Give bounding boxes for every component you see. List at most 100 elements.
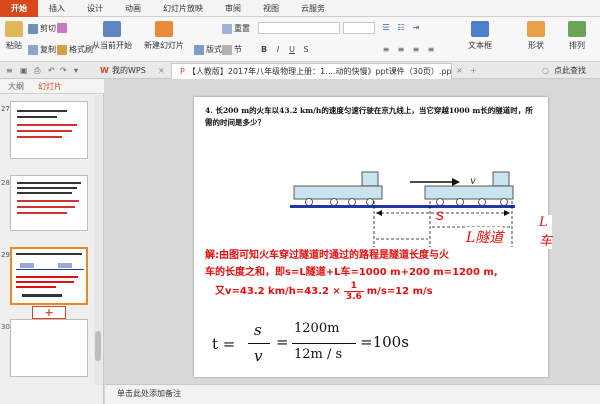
train-length-label: L车	[539, 215, 553, 249]
home-tab[interactable]: 我的WPS	[112, 62, 146, 79]
formula-result: =100s	[360, 333, 409, 351]
right-train	[424, 171, 514, 206]
new-tab-icon[interactable]: +	[470, 62, 477, 79]
add-slide-button[interactable]: +	[32, 306, 66, 319]
undo-icon[interactable]: ↶	[48, 62, 55, 79]
slide-number: 29	[1, 251, 10, 259]
tab-outline[interactable]: 大纲	[8, 79, 24, 94]
copy-icon	[28, 44, 38, 55]
scrollbar-thumb[interactable]	[95, 331, 101, 361]
dropdown-icon[interactable]: ▾	[74, 62, 78, 79]
play-slideshow-icon	[103, 21, 121, 37]
italic-button[interactable]: I	[272, 44, 284, 55]
new-slide-button[interactable]: 新建幻灯片	[140, 21, 188, 51]
menu-bar: 开始 插入 设计 动画 幻灯片放映 审阅 视图 云服务	[0, 0, 600, 17]
formula-denominator: 12m / s	[294, 347, 343, 362]
save-icon[interactable]: ▣	[20, 62, 28, 79]
close-home-tab-icon[interactable]: ×	[158, 62, 165, 79]
align-left-button[interactable]: ≡	[380, 44, 392, 55]
align-right-button[interactable]: ≡	[410, 44, 422, 55]
brush-icon	[57, 23, 67, 33]
slide-thumbnail-27[interactable]	[10, 101, 88, 159]
font-size-select[interactable]	[343, 22, 375, 34]
bullets-button[interactable]: ☰	[380, 22, 392, 33]
current-slide[interactable]: 4. 长200 m的火车以43.2 km/h的速度匀速行驶在京九线上，当它穿越1…	[194, 97, 552, 377]
justify-button[interactable]: ≡	[425, 44, 437, 55]
menu-icon[interactable]: ≡	[6, 62, 13, 79]
cut-button[interactable]: 剪切	[28, 23, 56, 34]
menu-tab-cloud[interactable]: 云服务	[290, 0, 336, 17]
layout-button[interactable]: 版式	[194, 44, 222, 55]
left-train	[293, 171, 383, 206]
scissors-icon	[28, 23, 38, 34]
formula-numerator: 1200m	[294, 321, 340, 336]
shape-icon	[527, 21, 545, 37]
layout-icon	[194, 44, 204, 55]
solution-line-3-start: 又v=43.2 km/h=43.2 ×	[215, 286, 341, 297]
close-doc-tab-icon[interactable]: ×	[456, 62, 463, 79]
redo-icon[interactable]: ↷	[60, 62, 67, 79]
reset-button[interactable]: 重置	[222, 23, 250, 34]
reset-icon	[222, 23, 232, 34]
shape-button[interactable]: 形状	[522, 21, 550, 51]
active-document-tab[interactable]: P 【人教版】2017年八年级物理上册：1....动的快慢》ppt课件（30页）.…	[171, 63, 452, 79]
notes-pane[interactable]: 单击此处添加备注	[105, 384, 600, 404]
menu-tab-slideshow[interactable]: 幻灯片放映	[152, 0, 214, 17]
textbox-button[interactable]: 文本框	[462, 21, 498, 51]
thumbnail-27-preview	[17, 110, 77, 138]
distance-s-label: s	[436, 207, 444, 224]
bold-button[interactable]: B	[258, 44, 270, 55]
section-button[interactable]: 节	[222, 44, 242, 55]
solution-line-2: 车的长度之和，即s=L隧道+L车=1000 m+200 m=1200 m,	[205, 267, 498, 278]
slide-number: 28	[1, 179, 10, 187]
thumbnail-28-preview	[17, 182, 81, 214]
section-icon	[222, 44, 232, 55]
slide-thumbnail-29-selected[interactable]	[10, 247, 88, 305]
align-center-button[interactable]: ≡	[395, 44, 407, 55]
format-painter-icon	[57, 44, 67, 55]
new-slide-icon	[155, 21, 173, 37]
thumbnail-29-preview	[16, 253, 84, 297]
numbering-button[interactable]: ☷	[395, 22, 407, 33]
menu-tab-home[interactable]: 开始	[0, 0, 38, 17]
menu-tab-animation[interactable]: 动画	[114, 0, 152, 17]
pane-tabs: 大纲 幻灯片	[0, 79, 104, 94]
menu-tab-design[interactable]: 设计	[76, 0, 114, 17]
tunnel-length-label: L隧道	[466, 227, 504, 247]
slide-thumbnail-28[interactable]	[10, 175, 88, 231]
paste-button[interactable]: 粘贴	[2, 21, 26, 51]
menu-tab-review[interactable]: 审阅	[214, 0, 252, 17]
track-line	[290, 205, 515, 208]
thumbnail-scrollbar[interactable]	[94, 95, 102, 385]
slide-thumbnail-30[interactable]	[10, 319, 88, 377]
solution-text: 解:由图可知火车穿过隧道时通过的路程是隧道长度与火 车的长度之和，即s=L隧道+…	[205, 247, 539, 302]
fraction-bar-1	[248, 343, 270, 344]
ribbon-toolbar: 粘贴 剪切 复制 格式刷 从当前开始 新建幻灯片 版式 重置 节 B I U S…	[0, 17, 600, 62]
arrange-icon	[568, 21, 586, 37]
font-name-select[interactable]	[258, 22, 340, 34]
slide-thumbnail-pane: 大纲 幻灯片 27 28 29 30	[0, 79, 104, 385]
tab-slides[interactable]: 幻灯片	[38, 79, 62, 94]
time-formula: t = s v = 1200m 12m / s =100s	[212, 319, 442, 369]
solution-line-3: 又v=43.2 km/h=43.2 × 1 3.6 m/s=12 m/s	[205, 281, 539, 302]
copy-button[interactable]: 复制	[28, 44, 56, 55]
underline-button[interactable]: U	[286, 44, 298, 55]
print-icon[interactable]: ⎙	[34, 62, 40, 79]
undo-button[interactable]	[57, 23, 69, 33]
format-painter-button[interactable]: 格式刷	[57, 44, 93, 55]
find-template-link[interactable]: 点此查找	[554, 62, 586, 79]
slide-canvas-area: 4. 长200 m的火车以43.2 km/h的速度匀速行驶在京九线上，当它穿越1…	[105, 79, 600, 385]
shadow-button[interactable]: S	[300, 44, 312, 55]
document-tab-bar: ≡ ▣ ⎙ ↶ ↷ ▾ W 我的WPS × P 【人教版】2017年八年级物理上册…	[0, 62, 600, 79]
paste-icon	[5, 21, 23, 37]
wps-presentation-window: 开始 插入 设计 动画 幻灯片放映 审阅 视图 云服务 粘贴 剪切 复制 格式刷…	[0, 0, 600, 404]
menu-tab-view[interactable]: 视图	[252, 0, 290, 17]
arrange-button[interactable]: 排列	[562, 21, 592, 51]
conversion-fraction: 1 3.6	[343, 281, 364, 302]
menu-tab-insert[interactable]: 插入	[38, 0, 76, 17]
slide-number: 27	[1, 105, 10, 113]
indent-button[interactable]: ⇥	[410, 22, 422, 33]
from-current-slide-button[interactable]: 从当前开始	[90, 21, 134, 51]
velocity-label: v	[470, 176, 476, 187]
formula-v: v	[254, 347, 263, 365]
